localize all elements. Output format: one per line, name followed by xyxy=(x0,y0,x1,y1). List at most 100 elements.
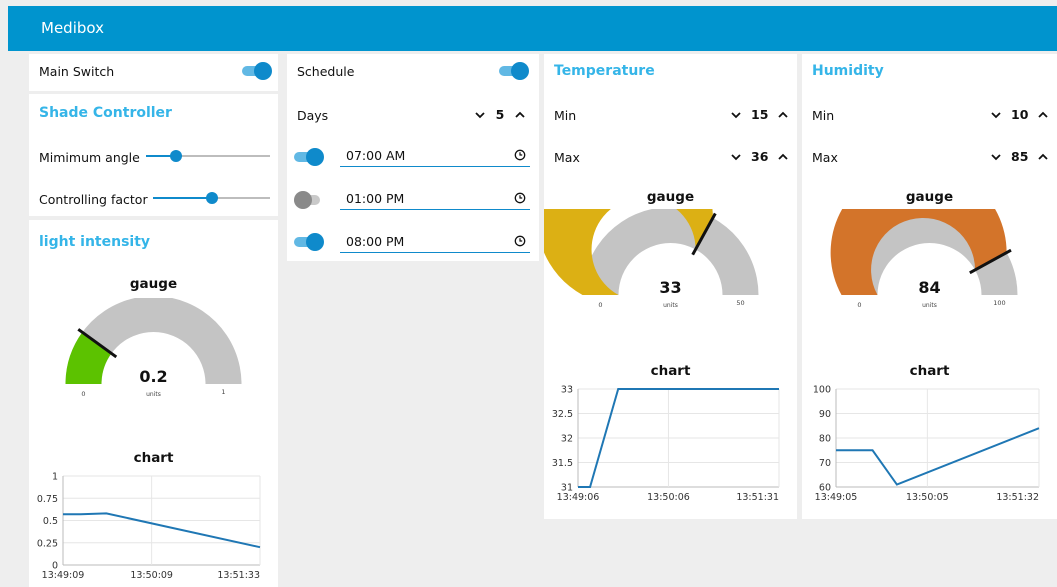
chevron-down-icon[interactable] xyxy=(989,150,1003,164)
temperature-card: Temperature Min 15 Max 36 gauge 33 units 0… xyxy=(544,54,797,519)
temp-gauge-value: 33 xyxy=(659,278,681,297)
temp-min-value: 15 xyxy=(751,107,769,122)
time-3-value: 08:00 PM xyxy=(346,234,405,249)
light-chart-y-tick: 0.75 xyxy=(37,494,58,505)
light-chart-x-tick: 13:50:09 xyxy=(130,570,173,581)
main-switch-card: Main Switch xyxy=(29,54,278,91)
schedule-card: Schedule Days 5 07:00 AM 01:00 PM 08:00 … xyxy=(287,54,539,261)
light-gauge: 0.2 units 0 1 xyxy=(65,298,242,398)
chevron-up-icon[interactable] xyxy=(776,150,790,164)
humidity-chart: 1009080706013:49:05 13:50:05 13:51:32 xyxy=(813,385,1040,503)
temperature-chart: 3332.53231.53113:49:06 13:50:06 13:51:31 xyxy=(552,385,780,503)
chevron-up-icon[interactable] xyxy=(513,108,527,122)
clock-icon[interactable] xyxy=(514,192,526,204)
hum-gauge-units: units xyxy=(922,302,937,309)
hum-chart-x-tick: 13:50:05 xyxy=(906,492,949,503)
time-1-toggle[interactable] xyxy=(294,148,324,166)
temp-chart-y-tick: 32.5 xyxy=(552,409,573,420)
hum-gauge-title: gauge xyxy=(905,189,954,205)
time-2-value: 01:00 PM xyxy=(346,191,405,206)
light-chart-y-tick: 0.25 xyxy=(37,538,58,549)
app-title: Medibox xyxy=(41,19,104,37)
chevron-down-icon[interactable] xyxy=(729,108,743,122)
light-chart-series-line xyxy=(63,512,261,549)
light-chart-y-tick: 0.5 xyxy=(43,516,58,527)
days-stepper[interactable]: 5 xyxy=(473,107,527,122)
hum-min-stepper[interactable]: 10 xyxy=(989,107,1050,122)
hum-chart-y-tick: 70 xyxy=(819,458,831,469)
light-gauge-value: 0.2 xyxy=(139,367,167,386)
hum-max-value: 85 xyxy=(1011,149,1029,164)
temp-chart-y-tick: 31.5 xyxy=(552,458,573,469)
main-switch-label: Main Switch xyxy=(39,64,115,79)
temp-min-stepper[interactable]: 15 xyxy=(729,107,790,122)
humidity-title: Humidity xyxy=(812,63,884,79)
hum-chart-y-tick: 80 xyxy=(819,434,831,445)
min-angle-slider-thumb[interactable] xyxy=(169,150,182,162)
hum-max-label: Max xyxy=(812,150,838,165)
light-gauge-max: 1 xyxy=(221,388,225,396)
temp-max-value: 36 xyxy=(751,149,769,164)
time-2-toggle[interactable] xyxy=(294,191,324,209)
chevron-up-icon[interactable] xyxy=(1036,150,1050,164)
temp-chart-y-tick: 33 xyxy=(561,385,573,396)
light-chart-x-tick: 13:51:33 xyxy=(217,570,260,581)
temp-chart-x-tick: 13:51:31 xyxy=(736,492,779,503)
temp-chart-x-tick: 13:49:06 xyxy=(557,492,600,503)
temp-gauge-units: units xyxy=(663,302,678,309)
light-intensity-title: light intensity xyxy=(39,234,151,250)
hum-chart-series-line xyxy=(836,427,1040,486)
temp-gauge-max: 50 xyxy=(736,299,744,307)
clock-icon[interactable] xyxy=(514,149,526,161)
hum-chart-y-tick: 90 xyxy=(819,409,831,420)
chevron-down-icon[interactable] xyxy=(729,150,743,164)
chevron-down-icon[interactable] xyxy=(989,108,1003,122)
chevron-up-icon[interactable] xyxy=(776,108,790,122)
time-3-toggle[interactable] xyxy=(294,233,324,251)
days-value: 5 xyxy=(495,107,505,122)
hum-min-label: Min xyxy=(812,108,835,123)
shade-controller-card: Shade Controller Mimimum angle Controlli… xyxy=(29,94,278,216)
temperature-title: Temperature xyxy=(554,63,655,79)
time-1-field[interactable]: 07:00 AM xyxy=(340,145,530,167)
hum-max-stepper[interactable]: 85 xyxy=(989,149,1050,164)
chevron-down-icon[interactable] xyxy=(473,108,487,122)
schedule-label: Schedule xyxy=(297,64,355,79)
time-2-field[interactable]: 01:00 PM xyxy=(340,188,530,210)
main-switch-toggle[interactable] xyxy=(242,62,272,80)
hum-chart-x-tick: 13:51:32 xyxy=(996,492,1039,503)
clock-icon[interactable] xyxy=(514,235,526,247)
temp-max-label: Max xyxy=(554,150,580,165)
hum-min-value: 10 xyxy=(1011,107,1029,122)
light-intensity-card: light intensity gauge 0.2 units 0 1 chart 1… xyxy=(29,220,278,587)
humidity-card: Humidity Min 10 Max 85 gauge 84 units 0 100… xyxy=(802,54,1057,519)
control-factor-slider-thumb[interactable] xyxy=(205,192,218,204)
humidity-gauge: 84 units 0 100 xyxy=(830,209,1018,309)
hum-chart-title: chart xyxy=(909,363,950,379)
light-chart-title: chart xyxy=(133,450,174,466)
days-label: Days xyxy=(297,108,329,123)
temperature-gauge: 33 units 0 50 xyxy=(544,209,759,309)
app-header: Medibox xyxy=(8,6,1057,51)
light-gauge-title: gauge xyxy=(129,276,178,292)
shade-controller-title: Shade Controller xyxy=(39,105,172,121)
light-chart-x-tick: 13:49:09 xyxy=(42,570,85,581)
light-chart-y-tick: 1 xyxy=(52,472,58,483)
control-factor-slider[interactable] xyxy=(153,191,270,205)
hum-gauge-max: 100 xyxy=(993,299,1005,307)
temp-chart-x-tick: 13:50:06 xyxy=(647,492,690,503)
temp-gauge-min: 0 xyxy=(598,301,602,309)
temp-max-stepper[interactable]: 36 xyxy=(729,149,790,164)
schedule-toggle[interactable] xyxy=(499,62,529,80)
hum-chart-y-tick: 100 xyxy=(813,385,831,396)
min-angle-label: Mimimum angle xyxy=(39,150,140,165)
hum-gauge-min: 0 xyxy=(857,301,861,309)
temp-chart-title: chart xyxy=(650,363,691,379)
time-3-field[interactable]: 08:00 PM xyxy=(340,231,530,253)
light-gauge-min: 0 xyxy=(81,390,85,398)
chevron-up-icon[interactable] xyxy=(1036,108,1050,122)
hum-chart-x-tick: 13:49:05 xyxy=(815,492,858,503)
time-1-value: 07:00 AM xyxy=(346,148,406,163)
temp-min-label: Min xyxy=(554,108,577,123)
min-angle-slider[interactable] xyxy=(146,149,270,163)
